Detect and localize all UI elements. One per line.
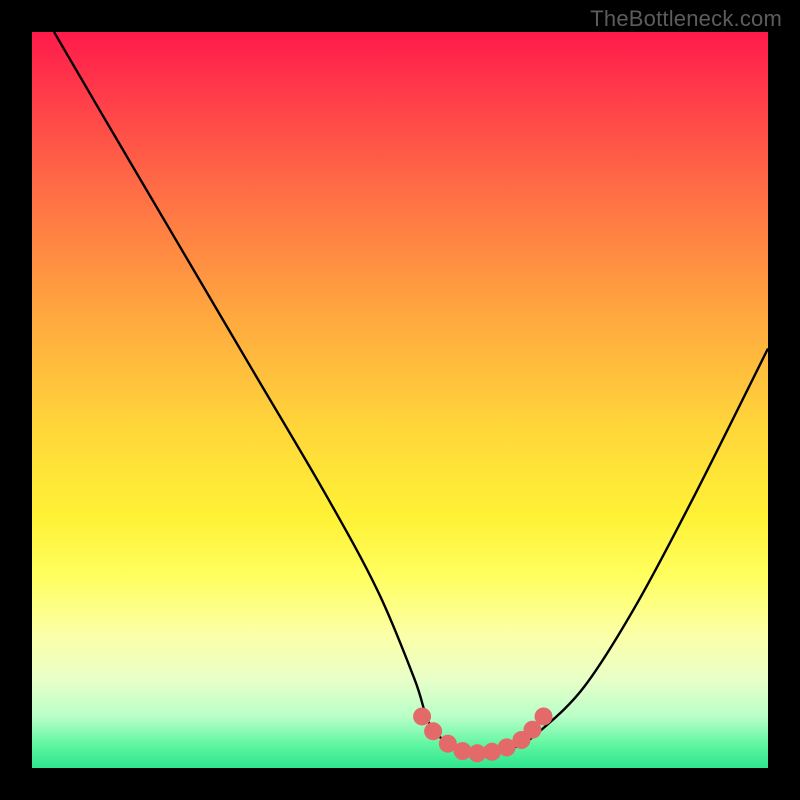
- curve-line: [54, 32, 768, 754]
- chart-svg: [32, 32, 768, 768]
- watermark-text: TheBottleneck.com: [590, 6, 782, 32]
- plot-area: [32, 32, 768, 768]
- scatter-dot: [413, 707, 431, 725]
- scatter-dot: [535, 707, 553, 725]
- scatter-dot: [424, 722, 442, 740]
- chart-frame: TheBottleneck.com: [0, 0, 800, 800]
- scatter-dots: [413, 707, 552, 762]
